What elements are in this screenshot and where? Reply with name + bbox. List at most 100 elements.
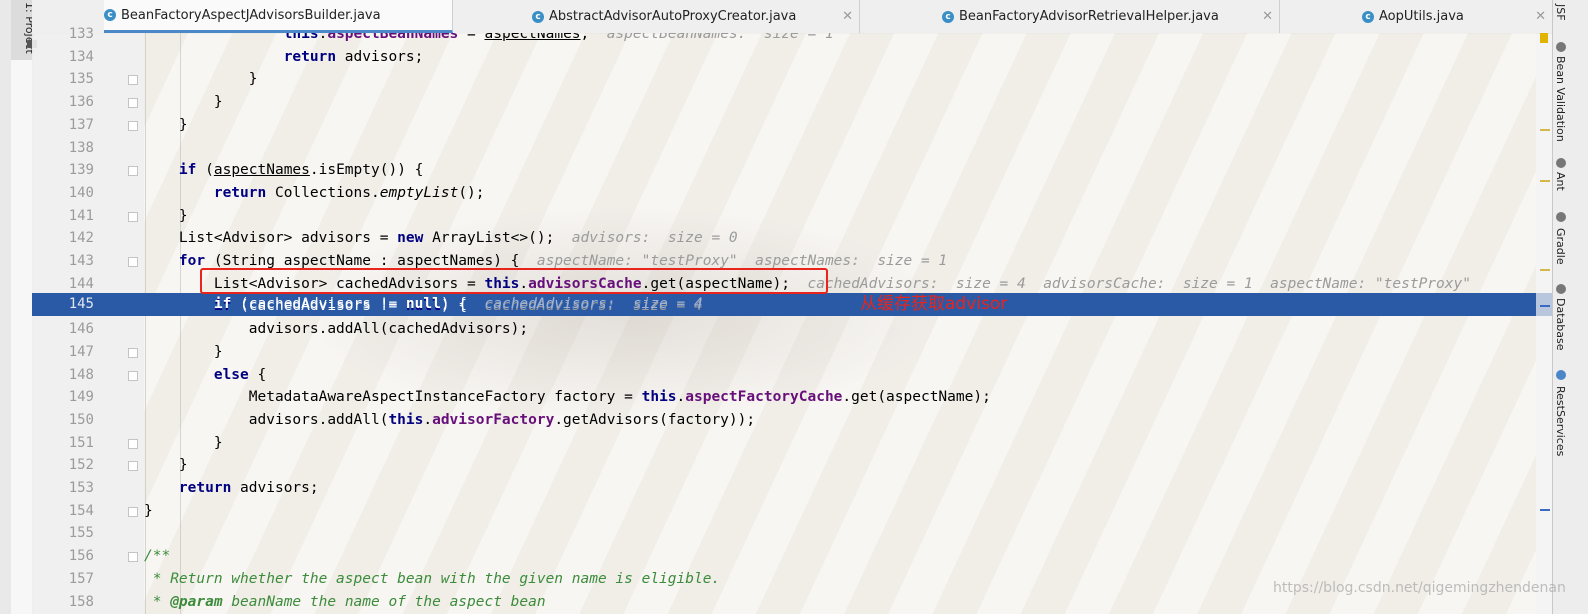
code-line[interactable]: } — [144, 205, 188, 228]
code-line[interactable]: return advisors; — [144, 46, 424, 69]
annotation-note: 从缓存获取advisor — [860, 294, 1008, 314]
database-tool-label[interactable]: Database — [1554, 298, 1567, 351]
fold-marker[interactable] — [128, 166, 138, 177]
line-number[interactable]: 147 — [32, 341, 94, 364]
code-line[interactable]: * Return whether the aspect bean with th… — [144, 568, 720, 591]
scroll-marker[interactable] — [1540, 509, 1550, 511]
code-line[interactable]: this.aspectBeanNames = aspectNames; aspe… — [144, 33, 834, 46]
line-number[interactable]: 149 — [32, 386, 94, 409]
highlight-box — [200, 268, 828, 294]
line-number[interactable]: 148 — [32, 364, 94, 387]
line-number[interactable]: 151 — [32, 432, 94, 455]
tab-aoputils[interactable]: c AopUtils.java ✕ — [1280, 0, 1552, 33]
tab-beanfactoryadvisorretrievalhelper[interactable]: c BeanFactoryAdvisorRetrievalHelper.java… — [860, 0, 1280, 33]
bean-validation-tool-label[interactable]: Bean Validation — [1554, 56, 1567, 142]
code-line[interactable]: } — [144, 114, 188, 137]
code-line[interactable]: MetadataAwareAspectInstanceFactory facto… — [144, 386, 991, 409]
fold-marker[interactable] — [128, 75, 138, 86]
java-class-icon: c — [104, 9, 116, 21]
right-tool-strip: JSF Bean Validation Ant Gradle Database … — [1552, 0, 1588, 614]
code-line[interactable]: } — [144, 68, 258, 91]
code-editor[interactable]: this.aspectBeanNames = aspectNames; aspe… — [144, 33, 1536, 614]
line-number[interactable]: 134 — [32, 46, 94, 69]
line-number[interactable]: 141 — [32, 205, 94, 228]
tab-label: AopUtils.java — [1379, 9, 1464, 24]
java-class-icon: c — [532, 10, 544, 23]
watermark: https://blog.csdn.net/qigemingzhendenan — [1273, 580, 1566, 596]
scroll-marker[interactable] — [1540, 180, 1550, 182]
code-line[interactable]: else { — [144, 364, 266, 387]
line-number[interactable]: 156 — [32, 545, 94, 568]
code-line[interactable]: if (aspectNames.isEmpty()) { — [144, 159, 423, 182]
left-panel-edge — [11, 60, 33, 614]
fold-marker[interactable] — [128, 347, 138, 358]
code-line[interactable]: } — [144, 432, 223, 455]
fold-marker[interactable] — [128, 120, 138, 131]
line-number[interactable]: 153 — [32, 477, 94, 500]
editor-scrollbar[interactable] — [1536, 33, 1552, 614]
close-icon[interactable]: ✕ — [1262, 9, 1273, 24]
line-number[interactable]: 138 — [32, 137, 94, 160]
close-icon[interactable]: ✕ — [1535, 9, 1546, 24]
ant-tool-label[interactable]: Ant — [1554, 172, 1567, 191]
line-number[interactable]: 155 — [32, 522, 94, 545]
line-number[interactable]: 142 — [32, 227, 94, 250]
java-class-icon: c — [1362, 10, 1374, 23]
fold-marker[interactable] — [128, 461, 138, 472]
tab-abstractadvisorautoproxycreator[interactable]: c AbstractAdvisorAutoProxyCreator.java ✕ — [452, 0, 860, 33]
fold-marker[interactable] — [128, 211, 138, 222]
code-line[interactable]: } — [144, 500, 153, 523]
line-number[interactable]: 146 — [32, 318, 94, 341]
code-line[interactable]: return advisors; — [144, 477, 319, 500]
warning-marker[interactable] — [1540, 33, 1548, 43]
line-number[interactable]: 157 — [32, 568, 94, 591]
project-tool-tab[interactable]: 1: Project — [11, 0, 37, 60]
code-line[interactable]: } — [144, 91, 223, 114]
code-line[interactable]: /** — [144, 545, 170, 568]
code-line[interactable]: } — [144, 341, 223, 364]
database-icon — [1556, 284, 1566, 294]
line-number[interactable]: 154 — [32, 500, 94, 523]
line-number[interactable]: 158 — [32, 591, 94, 614]
code-line[interactable]: List<Advisor> advisors = new ArrayList<>… — [144, 227, 738, 250]
code-line[interactable]: return Collections.emptyList(); — [144, 182, 485, 205]
tab-label: BeanFactoryAdvisorRetrievalHelper.java — [959, 9, 1219, 24]
scroll-marker[interactable] — [1540, 269, 1550, 271]
tab-label: AbstractAdvisorAutoProxyCreator.java — [549, 9, 797, 24]
jsf-tool-label[interactable]: JSF — [1554, 4, 1567, 21]
line-number[interactable]: 152 — [32, 454, 94, 477]
line-number[interactable]: 137 — [32, 114, 94, 137]
fold-marker[interactable] — [128, 370, 138, 381]
current-line-hint: cachedAdvisors: size = 4 — [467, 296, 703, 312]
code-line[interactable]: advisors.addAll(this.advisorFactory.getA… — [144, 409, 755, 432]
fold-marker[interactable] — [128, 98, 138, 109]
line-number[interactable]: 140 — [32, 182, 94, 205]
gradle-tool-label[interactable]: Gradle — [1554, 228, 1567, 265]
fold-marker[interactable] — [128, 552, 138, 563]
code-line[interactable]: * @param beanName the name of the aspect… — [144, 591, 546, 614]
rest-services-icon — [1556, 370, 1566, 380]
line-number[interactable]: 143 — [32, 250, 94, 273]
ant-icon — [1556, 158, 1566, 168]
code-line[interactable]: advisors.addAll(cachedAdvisors); — [144, 318, 528, 341]
current-line-number[interactable]: 145 — [32, 293, 94, 316]
line-number[interactable]: 136 — [32, 91, 94, 114]
line-number[interactable]: 135 — [32, 68, 94, 91]
fold-marker[interactable] — [128, 257, 138, 267]
code-line[interactable]: } — [144, 454, 188, 477]
tab-label: BeanFactoryAspectJAdvisorsBuilder.java — [121, 7, 381, 23]
fold-marker[interactable] — [128, 438, 138, 449]
line-number[interactable]: 133 — [32, 23, 94, 46]
line-number[interactable]: 150 — [32, 409, 94, 432]
fold-marker[interactable] — [128, 506, 138, 517]
bean-validation-icon — [1556, 42, 1566, 52]
rest-services-tool-label[interactable]: RestServices — [1554, 386, 1567, 456]
line-number-gutter[interactable]: 1331341351361371381391401411421431441451… — [32, 26, 144, 614]
tab-beanfactoryaspectjadvisorsbuilder[interactable]: c BeanFactoryAspectJAdvisorsBuilder.java — [104, 0, 453, 33]
scroll-marker[interactable] — [1540, 129, 1550, 131]
current-line-text[interactable]: if (cachedAdvisors != null) { cachedAdvi… — [144, 293, 703, 316]
line-number[interactable]: 139 — [32, 159, 94, 182]
scroll-marker[interactable] — [1540, 305, 1550, 307]
line-number[interactable]: 144 — [32, 273, 94, 296]
close-icon[interactable]: ✕ — [842, 9, 853, 24]
